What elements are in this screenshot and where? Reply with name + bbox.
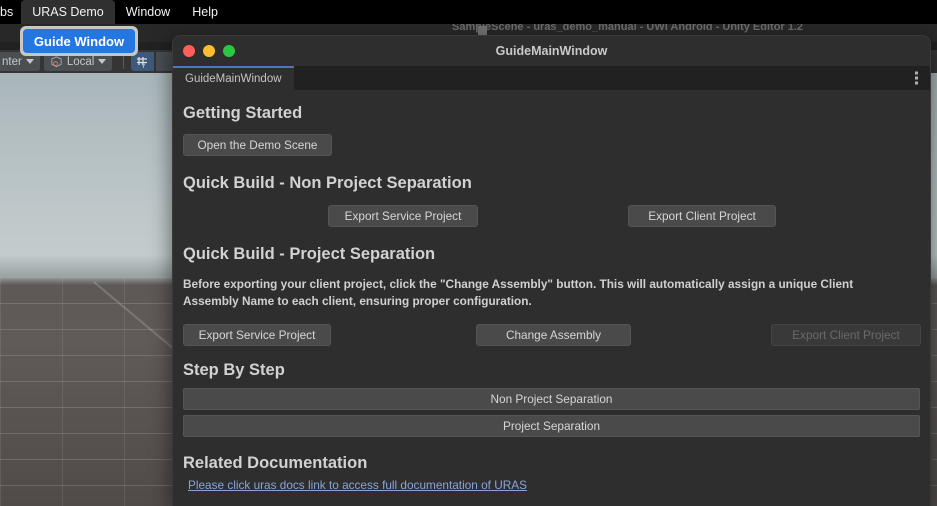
screen-root: SampleScene - uras_demo_manual - UWI And… — [0, 0, 937, 506]
chevron-down-icon — [25, 59, 34, 64]
tab-guidemainwindow[interactable]: GuideMainWindow — [173, 66, 294, 90]
row-quick-build-non-separation-buttons: Export Service Project Export Client Pro… — [183, 205, 920, 227]
uras-docs-link[interactable]: Please click uras docs link to access fu… — [188, 478, 527, 492]
guide-main-window: GuideMainWindow GuideMainWindow Getting … — [172, 35, 931, 506]
change-assembly-button[interactable]: Change Assembly — [476, 323, 631, 346]
menu-item-help[interactable]: Help — [181, 0, 229, 24]
svg-text:Y: Y — [141, 64, 145, 69]
row-open-demo-scene: Open the Demo Scene — [183, 134, 920, 156]
guide-window-titlebar[interactable]: GuideMainWindow — [173, 36, 930, 66]
traffic-light-controls — [183, 45, 235, 57]
chevron-down-icon — [98, 59, 107, 64]
more-options-icon[interactable] — [915, 71, 918, 85]
heading-step-by-step: Step By Step — [183, 360, 285, 379]
export-client-project-button-sep[interactable]: Export Client Project — [771, 323, 921, 346]
toolbar-divider — [123, 54, 125, 69]
non-project-separation-button[interactable]: Non Project Separation — [183, 387, 920, 410]
heading-getting-started: Getting Started — [183, 104, 303, 122]
menu-item-window[interactable]: Window — [115, 0, 181, 24]
close-window-button[interactable] — [183, 45, 195, 57]
project-separation-button[interactable]: Project Separation — [183, 414, 920, 437]
guide-window-title: GuideMainWindow — [495, 44, 608, 58]
export-service-project-button-sep[interactable]: Export Service Project — [183, 323, 331, 346]
maximize-window-button[interactable] — [223, 45, 235, 57]
quick-build-separation-description: Before exporting your client project, cl… — [183, 277, 854, 308]
heading-quick-build-project-separation: Quick Build - Project Separation — [183, 245, 436, 263]
handle-space-label: Local — [66, 55, 95, 68]
application-menubar: bs URAS Demo Window Help — [0, 0, 937, 24]
row-quick-build-separation-buttons: Export Service Project Change Assembly E… — [183, 323, 921, 346]
minimize-window-button[interactable] — [203, 45, 215, 57]
heading-related-documentation: Related Documentation — [183, 453, 368, 472]
cube-icon — [51, 55, 62, 67]
guide-window-tabstrip: GuideMainWindow — [173, 66, 930, 90]
export-service-project-button-non-sep[interactable]: Export Service Project — [328, 205, 478, 227]
menu-item-uras-demo[interactable]: URAS Demo — [21, 0, 115, 24]
uras-demo-dropdown-menu: Guide Window — [20, 26, 138, 56]
grid-snap-icon: Y — [136, 56, 147, 69]
export-client-project-button-non-sep[interactable]: Export Client Project — [628, 205, 776, 227]
unity-window-title: SampleScene - uras_demo_manual - UWI And… — [452, 24, 804, 33]
heading-quick-build-non-project-separation: Quick Build - Non Project Separation — [183, 174, 472, 192]
menu-item-guide-window[interactable]: Guide Window — [23, 29, 135, 53]
menu-item-jobs[interactable]: bs — [0, 0, 21, 24]
pivot-mode-label: nter — [2, 55, 22, 68]
open-demo-scene-button[interactable]: Open the Demo Scene — [183, 134, 332, 156]
guide-window-content: Getting Started Open the Demo Scene Quic… — [173, 90, 930, 506]
